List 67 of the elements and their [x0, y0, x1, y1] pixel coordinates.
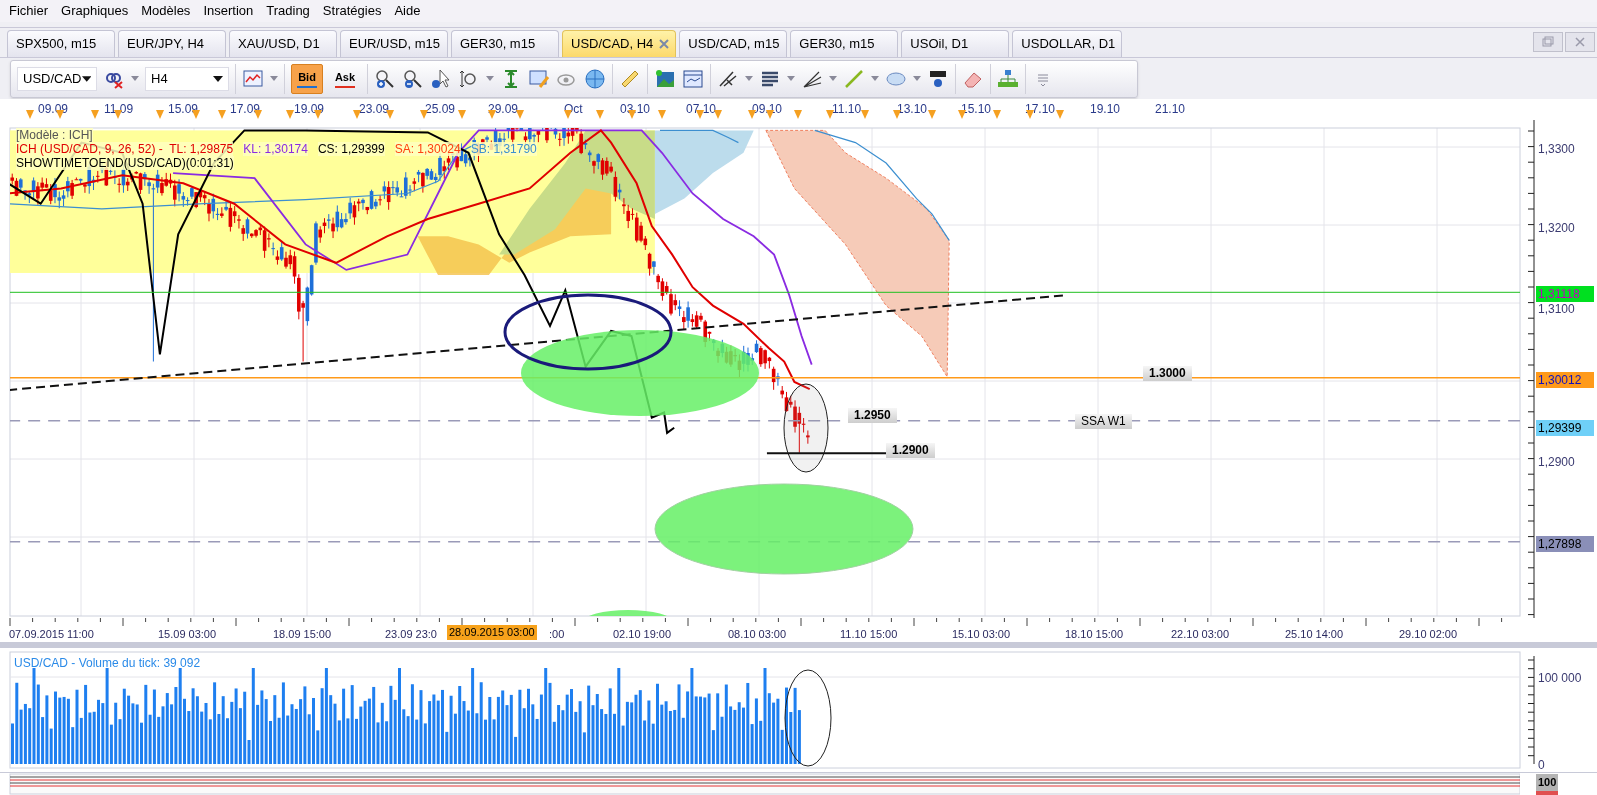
- date-label: 23.09: [359, 101, 390, 118]
- date-label: 09.09: [38, 101, 69, 118]
- price-tag: 1,30012: [1536, 372, 1594, 388]
- time-cursor-label: 28.09.2015 03:00: [447, 625, 537, 640]
- time-label: 15.09 03:00: [158, 627, 217, 642]
- time-label: 18.09 15:00: [273, 627, 332, 642]
- tab[interactable]: USDOLLAR, D1: [1012, 30, 1123, 57]
- date-label: 07.10: [686, 101, 717, 118]
- time-label: 15.10 03:00: [952, 627, 1011, 642]
- tab[interactable]: USD/CAD, m15: [679, 30, 788, 57]
- dropdown[interactable]: USD/CAD: [17, 66, 97, 91]
- price-tag: 1,31118: [1536, 286, 1594, 302]
- legend-text: SA: 1,30024: [394, 142, 461, 156]
- price-tag: 1,29399: [1536, 420, 1594, 436]
- volume-title: USD/CAD - Volume du tick: 39 092: [14, 655, 201, 672]
- time-label: 23.09 23:0: [385, 627, 437, 642]
- axis-label: 1,3300: [1538, 141, 1575, 158]
- tab[interactable]: USOil, D1: [901, 30, 1010, 57]
- tab[interactable]: USD/CAD, H4: [562, 30, 677, 57]
- price-mode-button[interactable]: Ask: [329, 63, 361, 94]
- time-label: 25.10 14:00: [1285, 627, 1344, 642]
- date-label: 11.10: [832, 101, 862, 118]
- tab[interactable]: XAU/USD, D1: [229, 30, 337, 57]
- time-label: 08.10 03:00: [728, 627, 787, 642]
- legend-text: [Modèle : ICH]: [16, 128, 93, 142]
- menu-item[interactable]: Trading: [266, 1, 310, 21]
- time-label: 22.10 03:00: [1171, 627, 1230, 642]
- axis-label: 1,2900: [1538, 454, 1575, 471]
- date-label: 21.10: [1155, 101, 1186, 118]
- price-tag: 1,27898: [1536, 536, 1594, 552]
- axis-label: 1,3100: [1538, 301, 1575, 318]
- tab[interactable]: GER30, m15: [790, 30, 899, 57]
- menu-item[interactable]: Stratégies: [322, 1, 382, 21]
- date-label: 25.09: [425, 101, 456, 118]
- legend-text: ICH (USD/CAD, 9, 26, 52) - TL: 1,29875: [16, 142, 234, 156]
- time-label: 07.09.2015 11:00: [9, 627, 94, 642]
- menu-item[interactable]: Graphiques: [61, 1, 129, 21]
- axis-label: 1,3200: [1538, 220, 1575, 237]
- price-level-label: 1.2950: [848, 408, 897, 423]
- legend-text: KL: 1,30174: [243, 142, 308, 156]
- price-level-label: SSA W1: [1075, 414, 1132, 429]
- legend-text: SB: 1,31790: [470, 142, 537, 156]
- menu-item[interactable]: Aide: [394, 1, 421, 21]
- axis-label: 100 000: [1538, 670, 1582, 687]
- axis-label: 100: [1536, 774, 1559, 795]
- menu-item[interactable]: Insertion: [203, 1, 254, 21]
- axis-label: 0: [1538, 757, 1545, 774]
- tab[interactable]: EUR/USD, m15: [340, 30, 448, 57]
- dropdown[interactable]: H4: [145, 66, 229, 91]
- time-label: 11.10 15:00: [840, 627, 898, 642]
- tab[interactable]: SPX500, m15: [7, 30, 115, 57]
- menu-item[interactable]: Modèles: [141, 1, 191, 21]
- legend-text: CS: 1,29399: [317, 142, 385, 156]
- price-mode-button[interactable]: Bid: [291, 63, 323, 94]
- tab[interactable]: GER30, m15: [451, 30, 559, 57]
- time-label: 18.10 15:00: [1065, 627, 1124, 642]
- price-level-label: 1.2900: [886, 443, 935, 458]
- time-label: :00: [549, 627, 565, 642]
- legend-text: SHOWTIMETOEND(USD/CAD)(0:01:31): [16, 156, 234, 170]
- time-label: 29.10 02:00: [1399, 627, 1458, 642]
- menu-item[interactable]: Fichier: [9, 1, 48, 21]
- tab[interactable]: EUR/JPY, H4: [118, 30, 226, 57]
- date-label: 19.10: [1090, 101, 1121, 118]
- date-label: 11.09: [104, 101, 134, 118]
- price-level-label: 1.3000: [1143, 366, 1192, 381]
- time-label: 02.10 19:00: [613, 627, 672, 642]
- date-label: 13.10: [897, 101, 928, 118]
